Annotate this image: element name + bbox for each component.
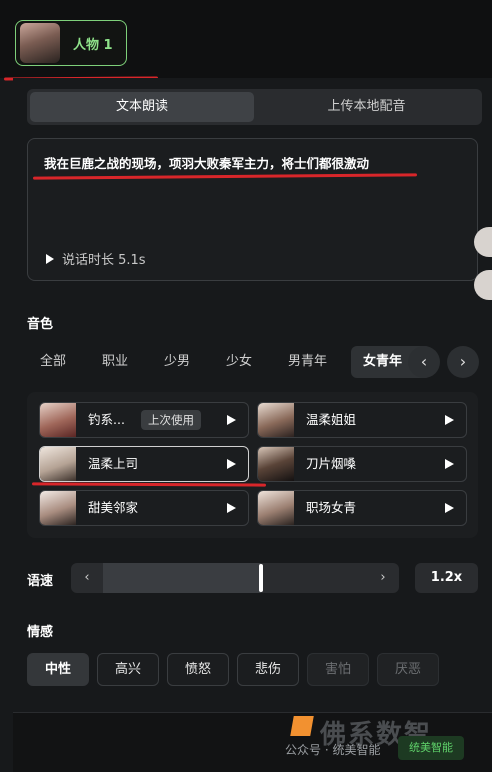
- voice-section-title: 音色: [27, 317, 54, 332]
- script-textbox[interactable]: 我在巨鹿之战的现场，项羽大败秦军主力，将士们都很激动 说话时长 5.1s: [27, 138, 478, 281]
- play-icon[interactable]: [445, 503, 454, 513]
- voice-avatar: [258, 447, 294, 481]
- last-used-badge: 上次使用: [141, 410, 201, 430]
- duration-label: 说话时长 5.1s: [62, 253, 146, 268]
- play-icon[interactable]: [445, 415, 454, 425]
- voice-avatar: [40, 403, 76, 437]
- character-avatar: [20, 23, 60, 63]
- voice-avatar: [40, 447, 76, 481]
- play-icon[interactable]: [227, 503, 236, 513]
- speed-slider-handle[interactable]: [259, 564, 263, 592]
- emotion-angry[interactable]: 愤怒: [167, 653, 229, 686]
- watermark-logo-icon: [290, 716, 314, 736]
- voice-name: 钓系...: [88, 412, 125, 427]
- emotion-sad[interactable]: 悲伤: [237, 653, 299, 686]
- voice-item[interactable]: 钓系... 上次使用: [39, 402, 249, 438]
- play-icon: [46, 253, 54, 264]
- voice-item[interactable]: 甜美邻家: [39, 490, 249, 526]
- voice-name: 温柔姐姐: [306, 412, 357, 427]
- voice-name: 职场女青: [306, 500, 357, 515]
- emotion-disgust: 厌恶: [377, 653, 439, 686]
- speed-slider-fill: [103, 563, 261, 593]
- chevron-left-icon[interactable]: ‹: [408, 346, 440, 378]
- play-icon[interactable]: [227, 415, 236, 425]
- chevron-right-icon[interactable]: ›: [447, 346, 479, 378]
- watermark-subtext: 公众号 · 统美智能: [285, 743, 381, 757]
- emotion-section-title: 情感: [27, 625, 54, 640]
- tab-text-reading[interactable]: 文本朗读: [30, 92, 254, 122]
- voice-item[interactable]: 刀片烟嗓: [257, 446, 467, 482]
- emotion-happy[interactable]: 高兴: [97, 653, 159, 686]
- emotion-neutral[interactable]: 中性: [27, 653, 89, 686]
- voice-avatar: [258, 491, 294, 525]
- character-chip[interactable]: 人物 1: [15, 20, 127, 66]
- voice-name: 温柔上司: [88, 456, 139, 471]
- preview-duration[interactable]: 说话时长 5.1s: [46, 249, 146, 268]
- tab-upload-audio[interactable]: 上传本地配音: [254, 92, 479, 122]
- character-label: 人物 1: [73, 37, 113, 53]
- voice-item[interactable]: 温柔姐姐: [257, 402, 467, 438]
- voice-name: 刀片烟嗓: [306, 456, 357, 471]
- emotion-fear: 害怕: [307, 653, 369, 686]
- voice-avatar: [40, 491, 76, 525]
- voice-item[interactable]: 职场女青: [257, 490, 467, 526]
- watermark-badge: 统美智能: [398, 736, 464, 760]
- voice-name: 甜美邻家: [88, 500, 139, 515]
- play-icon[interactable]: [445, 459, 454, 469]
- script-text: 我在巨鹿之战的现场，项羽大败秦军主力，将士们都很激动: [44, 156, 370, 171]
- speed-decrease-button[interactable]: ‹: [71, 563, 103, 593]
- voice-item-selected[interactable]: 温柔上司: [39, 446, 249, 482]
- category-young-girl[interactable]: 少女: [226, 346, 252, 378]
- category-young-boy[interactable]: 少男: [164, 346, 190, 378]
- speed-section-title: 语速: [27, 574, 54, 589]
- speed-value[interactable]: 1.2x: [415, 563, 478, 593]
- speed-slider[interactable]: ‹ ›: [71, 563, 399, 593]
- category-all[interactable]: 全部: [40, 346, 66, 378]
- voice-avatar: [258, 403, 294, 437]
- category-young-man[interactable]: 男青年: [288, 346, 327, 378]
- category-profession[interactable]: 职业: [102, 346, 128, 378]
- play-icon[interactable]: [227, 459, 236, 469]
- speed-increase-button[interactable]: ›: [367, 563, 399, 593]
- mode-tabs: 文本朗读 上传本地配音: [27, 89, 482, 125]
